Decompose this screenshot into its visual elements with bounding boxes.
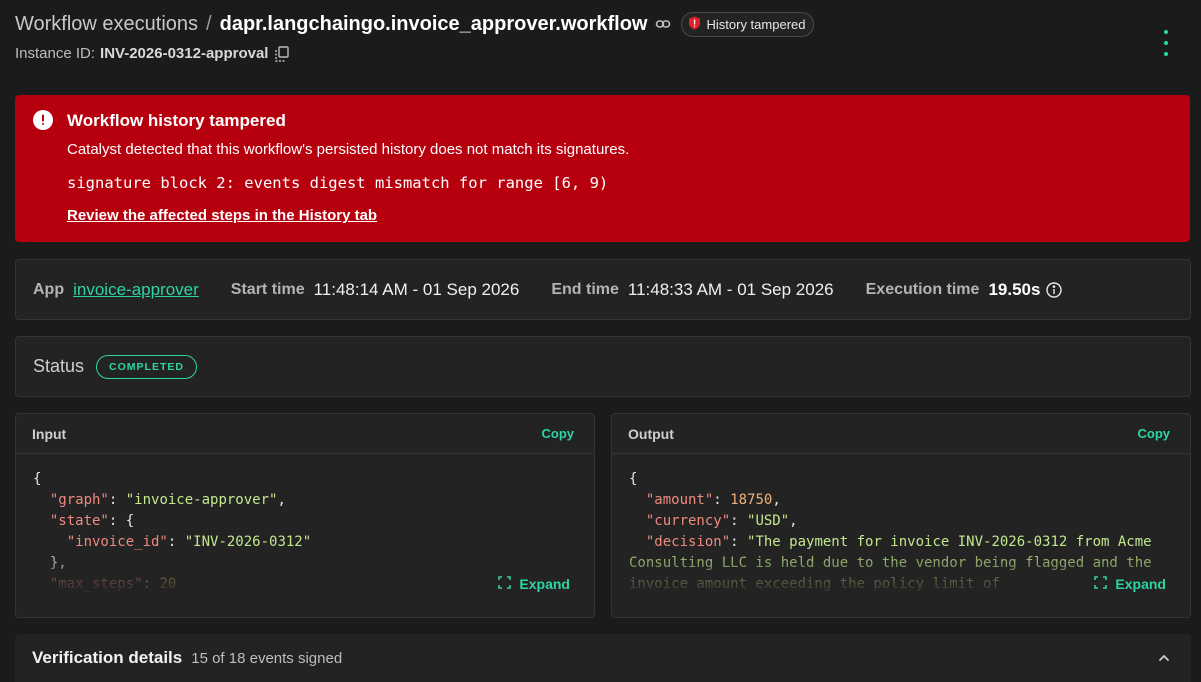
code-sep: : — [108, 513, 126, 529]
expand-label: Expand — [519, 576, 570, 592]
output-header: Output Copy — [612, 414, 1190, 454]
code-punct: { — [125, 513, 135, 529]
code-punct: , — [789, 513, 798, 529]
code-sep: : — [713, 492, 731, 508]
input-copy-button[interactable]: Copy — [542, 426, 575, 441]
expand-icon — [498, 576, 512, 592]
end-time-group: End time 11:48:33 AM - 01 Sep 2026 — [551, 280, 833, 300]
app-group: App invoice-approver — [33, 280, 199, 300]
execution-time-group: Execution time 19.50s — [866, 280, 1063, 300]
input-title: Input — [32, 425, 67, 442]
status-badge: COMPLETED — [96, 354, 197, 379]
app-label: App — [33, 280, 65, 298]
title-row: Workflow executions / dapr.langchaingo.i… — [15, 10, 1186, 38]
breadcrumb-separator: / — [206, 12, 212, 35]
output-expand-button[interactable]: Expand — [1094, 576, 1166, 592]
status-badge-tampered: History tampered — [680, 11, 815, 37]
link-icon[interactable] — [655, 16, 671, 32]
copy-icon[interactable] — [275, 45, 290, 62]
code-string: "invoice-approver" — [125, 492, 278, 508]
breadcrumb-workflow-executions[interactable]: Workflow executions — [15, 13, 198, 36]
chevron-up-icon[interactable] — [1157, 651, 1171, 665]
code-punct: , — [277, 492, 286, 508]
info-icon[interactable] — [1046, 281, 1063, 298]
alert-circle-icon — [33, 110, 53, 130]
code-sep: : — [730, 513, 748, 529]
shield-alert-icon — [688, 16, 701, 33]
code-line: { — [33, 471, 41, 487]
expand-icon — [1094, 576, 1108, 592]
code-key: "currency" — [645, 513, 731, 529]
verification-summary: 15 of 18 events signed — [191, 649, 343, 667]
status-panel: Status COMPLETED — [15, 336, 1191, 397]
execution-meta-panel: App invoice-approver Start time 11:48:14… — [15, 259, 1191, 320]
input-expand-button[interactable]: Expand — [498, 576, 570, 592]
more-options-icon[interactable] — [1158, 30, 1174, 56]
history-tab-link[interactable]: Review the affected steps in the History… — [67, 207, 377, 224]
expand-label: Expand — [1115, 576, 1166, 592]
input-panel: Input Copy { "graph": "invoice-approver"… — [15, 413, 595, 618]
code-punct: { — [629, 471, 638, 487]
output-title: Output — [628, 425, 674, 442]
status-label: Status — [33, 356, 85, 376]
code-key: "graph" — [49, 492, 109, 508]
execution-time-label: Execution time — [865, 280, 980, 298]
verification-title: Verification details — [32, 648, 183, 667]
tamper-alert: Workflow history tampered Catalyst detec… — [15, 95, 1190, 242]
output-panel: Output Copy { "amount": 18750, "currency… — [611, 413, 1191, 618]
code-sep: : — [108, 492, 126, 508]
output-copy-button[interactable]: Copy — [1138, 426, 1171, 441]
code-line: "amount": 18750, — [629, 492, 781, 508]
verification-details-header[interactable]: Verification details 15 of 18 events sig… — [15, 634, 1191, 682]
alert-message: Catalyst detected that this workflow's p… — [67, 141, 630, 158]
end-time-label: End time — [551, 280, 619, 298]
code-line: "graph": "invoice-approver", — [33, 492, 286, 508]
code-line: "currency": "USD", — [629, 513, 798, 529]
code-number: 18750 — [730, 492, 773, 508]
instance-id-label: Instance ID: — [15, 45, 96, 62]
app-link[interactable]: invoice-approver — [73, 280, 199, 300]
alert-title: Workflow history tampered — [67, 111, 286, 130]
start-time-group: Start time 11:48:14 AM - 01 Sep 2026 — [231, 280, 520, 300]
badge-label: History tampered — [706, 16, 806, 32]
code-line: "state": { — [33, 513, 134, 529]
execution-time-value: 19.50s — [988, 279, 1041, 299]
start-time-label: Start time — [230, 280, 305, 298]
start-time-value: 11:48:14 AM - 01 Sep 2026 — [313, 279, 520, 299]
code-line: { — [629, 471, 637, 487]
page-header: Workflow executions / dapr.langchaingo.i… — [15, 10, 1186, 70]
instance-row: Instance ID: INV-2026-0312-approval — [15, 45, 1186, 62]
code-key: "amount" — [645, 492, 714, 508]
input-header: Input Copy — [16, 414, 594, 454]
end-time-value: 11:48:33 AM - 01 Sep 2026 — [627, 279, 834, 299]
code-key: "state" — [49, 513, 109, 529]
page-title: dapr.langchaingo.invoice_approver.workfl… — [219, 12, 648, 35]
alert-detail: signature block 2: events digest mismatc… — [67, 174, 609, 192]
code-punct: { — [33, 471, 42, 487]
code-punct: , — [772, 492, 781, 508]
code-string: "USD" — [747, 513, 790, 529]
instance-id-value: INV-2026-0312-approval — [100, 45, 269, 62]
